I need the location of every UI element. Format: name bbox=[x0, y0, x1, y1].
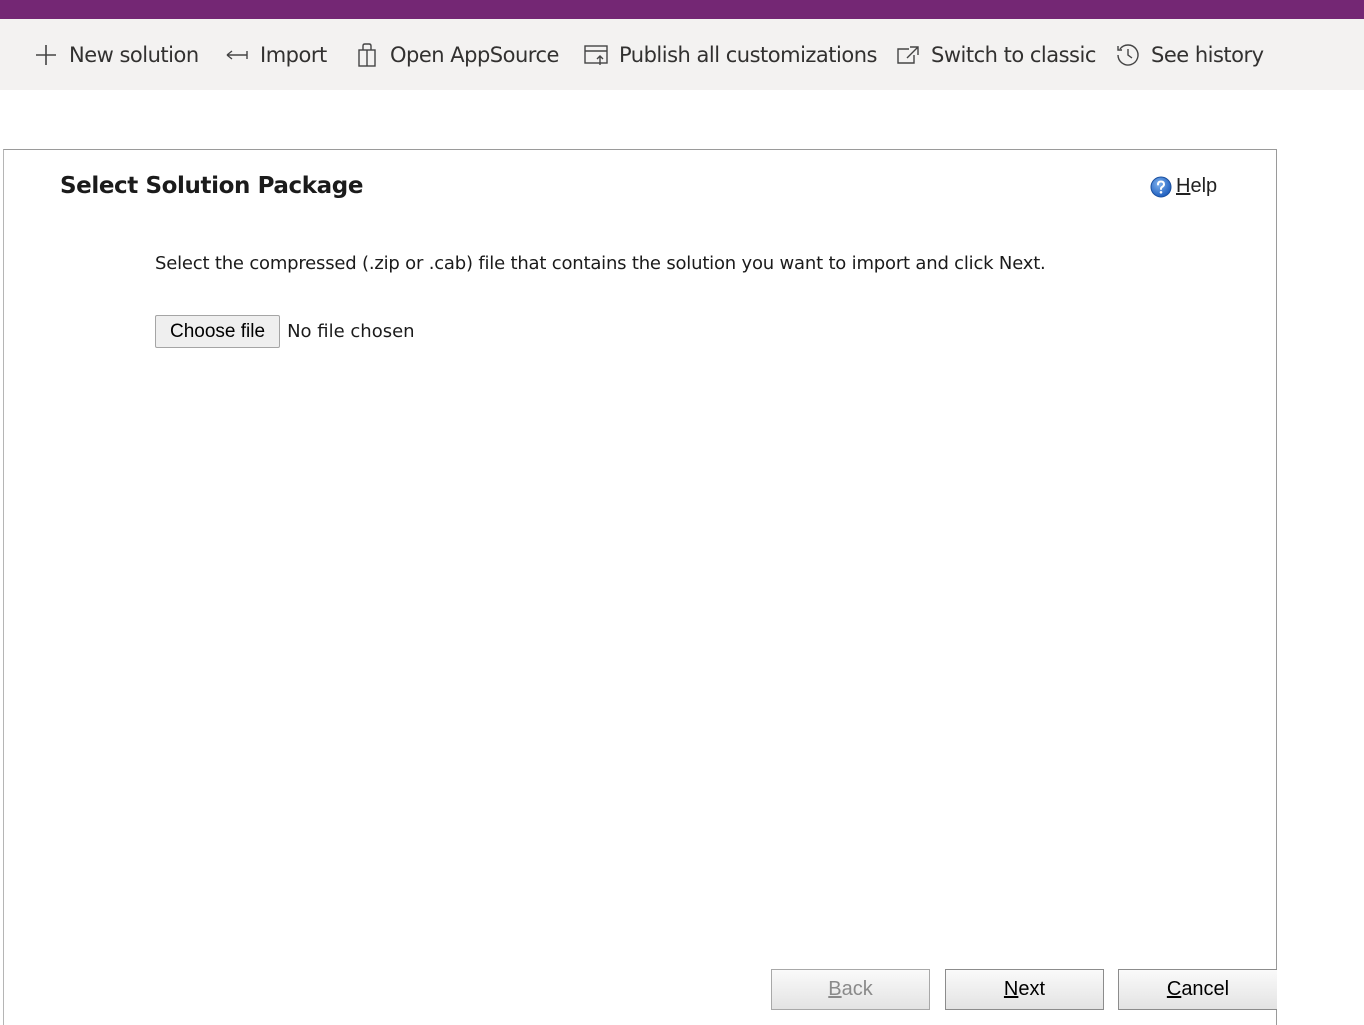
new-solution-button[interactable]: New solution bbox=[33, 19, 199, 90]
shopping-bag-icon bbox=[354, 42, 380, 68]
dialog-title: Select Solution Package bbox=[60, 173, 364, 199]
open-appsource-button[interactable]: Open AppSource bbox=[354, 19, 559, 90]
switch-to-classic-label: Switch to classic bbox=[931, 42, 1096, 67]
cancel-label-rest: ancel bbox=[1181, 978, 1230, 1000]
publish-all-customizations-label: Publish all customizations bbox=[619, 42, 877, 67]
file-picker: Choose file No file chosen bbox=[155, 315, 415, 348]
see-history-button[interactable]: See history bbox=[1115, 19, 1264, 90]
instructions-text: Select the compressed (.zip or .cab) fil… bbox=[155, 253, 1046, 274]
import-solution-dialog bbox=[3, 149, 1277, 1025]
publish-all-customizations-button[interactable]: Publish all customizations bbox=[583, 19, 877, 90]
history-icon bbox=[1115, 42, 1141, 68]
cancel-button[interactable]: Cancel bbox=[1118, 969, 1277, 1010]
new-solution-label: New solution bbox=[69, 42, 199, 67]
help-icon bbox=[1150, 176, 1172, 198]
import-button[interactable]: Import bbox=[224, 19, 327, 90]
help-label: Help bbox=[1176, 175, 1218, 197]
back-label-rest: ack bbox=[841, 978, 873, 1000]
cancel-accesskey: C bbox=[1166, 978, 1182, 1000]
publish-icon bbox=[583, 42, 609, 68]
back-button[interactable]: Back bbox=[771, 969, 930, 1010]
see-history-label: See history bbox=[1151, 42, 1264, 67]
choose-file-button[interactable]: Choose file bbox=[155, 315, 281, 348]
app-header-bar bbox=[0, 0, 1364, 19]
next-button[interactable]: Next bbox=[945, 969, 1104, 1010]
plus-icon bbox=[33, 42, 59, 68]
import-icon bbox=[224, 42, 250, 68]
import-label: Import bbox=[260, 42, 327, 67]
next-accesskey: N bbox=[1003, 978, 1019, 1000]
external-link-icon bbox=[895, 42, 921, 68]
file-status-text: No file chosen bbox=[287, 321, 415, 342]
command-bar: New solution Import Open AppSource Publi… bbox=[0, 19, 1364, 90]
help-link[interactable]: Help bbox=[1150, 175, 1217, 198]
next-label-rest: ext bbox=[1018, 978, 1046, 1000]
switch-to-classic-button[interactable]: Switch to classic bbox=[895, 19, 1096, 90]
back-accesskey: B bbox=[828, 978, 842, 1000]
open-appsource-label: Open AppSource bbox=[390, 42, 559, 67]
